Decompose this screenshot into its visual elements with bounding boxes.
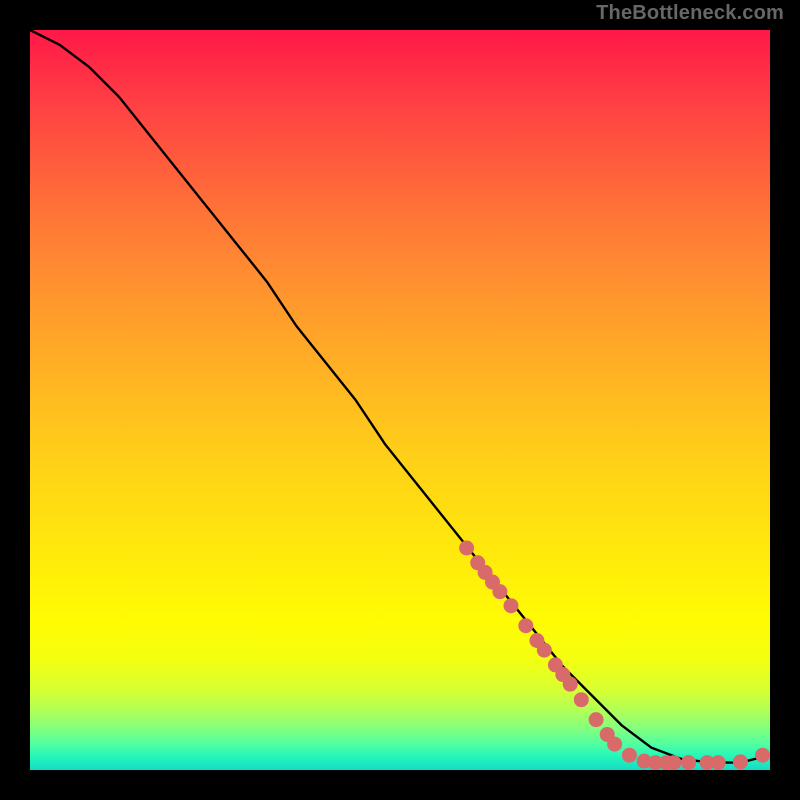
data-marker (681, 755, 696, 770)
data-marker (492, 584, 507, 599)
data-marker (622, 748, 637, 763)
data-marker (755, 748, 770, 763)
data-marker (504, 598, 519, 613)
data-marker (733, 754, 748, 769)
data-marker (518, 618, 533, 633)
data-marker (574, 692, 589, 707)
data-marker (666, 755, 681, 770)
chart-overlay (30, 30, 770, 770)
data-marker (711, 755, 726, 770)
data-marker (459, 541, 474, 556)
data-marker (607, 737, 622, 752)
data-marker (589, 712, 604, 727)
data-marker (563, 677, 578, 692)
bottleneck-curve (30, 30, 770, 763)
plot-area (30, 30, 770, 770)
data-marker (537, 643, 552, 658)
attribution-text: TheBottleneck.com (596, 2, 784, 25)
data-markers (459, 541, 770, 771)
